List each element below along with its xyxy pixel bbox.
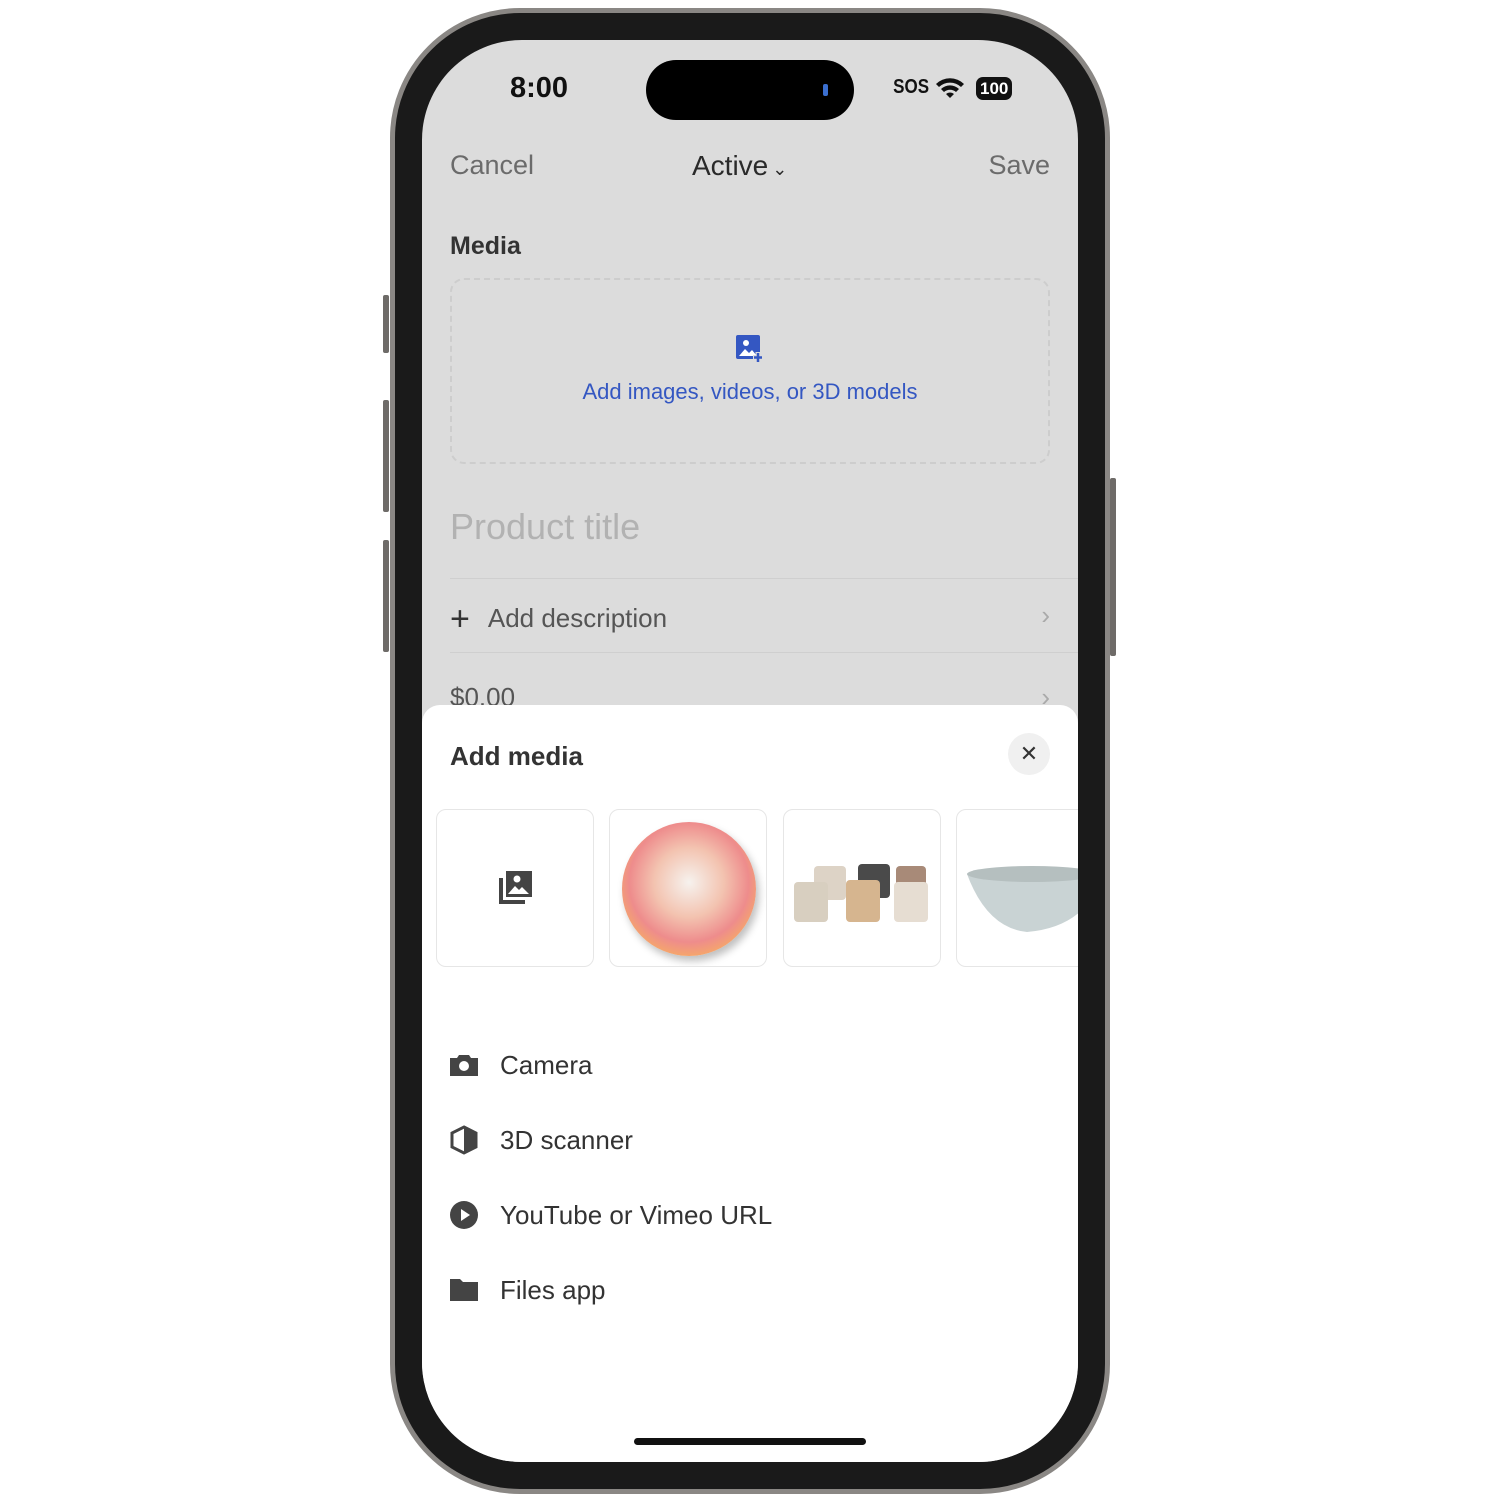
power-button bbox=[1110, 478, 1116, 656]
camera-icon bbox=[450, 1055, 478, 1076]
thumbnail-mugs[interactable] bbox=[783, 809, 941, 967]
battery-indicator: 100 bbox=[976, 77, 1013, 100]
camera-option[interactable]: Camera bbox=[448, 1049, 592, 1081]
media-dropzone[interactable]: Add images, videos, or 3D models bbox=[450, 278, 1050, 464]
add-image-icon bbox=[736, 335, 764, 363]
volume-down-button bbox=[383, 540, 389, 652]
add-description-row[interactable]: + Add description › bbox=[450, 600, 1050, 639]
status-dropdown[interactable]: Active ⌄ bbox=[692, 150, 787, 182]
add-media-sheet: Add media ✕ Camera 3D scanner YouTube or… bbox=[422, 705, 1078, 1462]
divider bbox=[450, 578, 1078, 579]
wifi-icon bbox=[936, 78, 964, 98]
camera-label: Camera bbox=[500, 1049, 593, 1080]
thumbnail-bowl[interactable] bbox=[956, 809, 1078, 967]
play-icon bbox=[450, 1201, 478, 1229]
product-title-input[interactable]: Product title bbox=[450, 506, 640, 548]
media-label: Media bbox=[450, 232, 521, 260]
3d-scanner-label: 3D scanner bbox=[500, 1124, 633, 1155]
chevron-down-icon: ⌄ bbox=[772, 159, 788, 179]
status-time: 8:00 bbox=[510, 72, 569, 104]
video-url-label: YouTube or Vimeo URL bbox=[500, 1199, 773, 1230]
bowl-image bbox=[967, 866, 1078, 932]
add-description-label: Add description bbox=[487, 603, 668, 633]
photo-library-button[interactable] bbox=[436, 809, 594, 967]
dynamic-island bbox=[646, 60, 854, 120]
plate-image bbox=[622, 822, 756, 956]
screen: 8:00 SOS 100 Cancel Active ⌄ Save Media A… bbox=[422, 40, 1078, 1462]
volume-up-button bbox=[383, 400, 389, 512]
chevron-right-icon: › bbox=[1041, 600, 1050, 630]
cube-icon bbox=[450, 1125, 478, 1155]
files-app-label: Files app bbox=[500, 1274, 606, 1305]
plus-icon: + bbox=[450, 600, 470, 638]
thumbnail-plate[interactable] bbox=[609, 809, 767, 967]
video-url-option[interactable]: YouTube or Vimeo URL bbox=[448, 1199, 772, 1231]
status-label: Active bbox=[692, 150, 769, 181]
gallery-icon bbox=[499, 871, 532, 904]
home-indicator[interactable] bbox=[634, 1438, 866, 1445]
folder-icon bbox=[450, 1279, 478, 1301]
close-button[interactable]: ✕ bbox=[1008, 733, 1050, 775]
3d-scanner-option[interactable]: 3D scanner bbox=[448, 1124, 633, 1156]
mugs-image bbox=[794, 864, 928, 922]
cancel-button[interactable]: Cancel bbox=[450, 150, 534, 181]
sos-indicator: SOS bbox=[893, 76, 930, 98]
close-icon: ✕ bbox=[1019, 741, 1039, 766]
sheet-title: Add media bbox=[450, 741, 583, 771]
files-app-option[interactable]: Files app bbox=[448, 1274, 606, 1306]
add-media-link[interactable]: Add images, videos, or 3D models bbox=[452, 379, 1048, 405]
save-button[interactable]: Save bbox=[988, 150, 1050, 181]
divider bbox=[450, 652, 1078, 653]
action-button bbox=[383, 295, 389, 353]
